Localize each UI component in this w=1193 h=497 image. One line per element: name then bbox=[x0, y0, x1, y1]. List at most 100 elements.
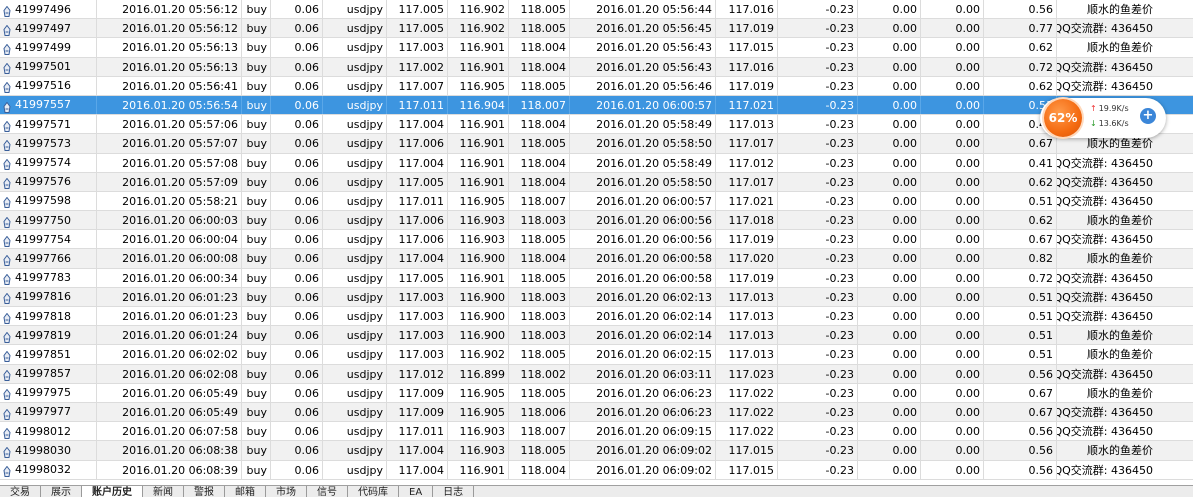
ticket-icon bbox=[3, 157, 11, 171]
commission-cell: -0.23 bbox=[778, 115, 858, 134]
tab-item[interactable]: 交易 bbox=[0, 486, 41, 497]
tab-item[interactable]: 警报 bbox=[184, 486, 225, 497]
tab-item[interactable]: 新闻 bbox=[143, 486, 184, 497]
size-cell: 0.06 bbox=[271, 383, 323, 402]
table-row[interactable]: 41997557 2016.01.20 05:56:54 buy 0.06 usdjpy… bbox=[0, 95, 1193, 116]
speed-percent-ball[interactable]: 62% bbox=[1044, 99, 1082, 137]
type-cell: buy bbox=[242, 191, 271, 211]
take-profit-cell: 118.004 bbox=[509, 115, 570, 134]
tab-item[interactable]: 日志 bbox=[433, 486, 475, 497]
ticket-icon bbox=[3, 138, 11, 151]
ticket-number: 41997857 bbox=[15, 367, 71, 381]
commission-cell: -0.23 bbox=[778, 230, 858, 249]
taxes-cell: 0.00 bbox=[858, 115, 921, 134]
table-row[interactable]: 41997497 2016.01.20 05:56:12 buy 0.06 usdjpy… bbox=[0, 19, 1193, 39]
swap-cell: 0.00 bbox=[921, 95, 984, 115]
tab-item[interactable]: 市场 bbox=[266, 486, 307, 497]
type-cell: buy bbox=[242, 441, 271, 460]
type-cell: buy bbox=[242, 115, 271, 134]
open-price-cell: 117.009 bbox=[387, 402, 448, 422]
tab-item[interactable]: 展示 bbox=[41, 486, 82, 497]
stop-loss-cell: 116.905 bbox=[448, 76, 509, 95]
open-price-cell: 117.011 bbox=[387, 95, 448, 115]
open-time-cell: 2016.01.20 05:57:07 bbox=[97, 134, 242, 153]
taxes-cell: 0.00 bbox=[858, 57, 921, 76]
tab-item[interactable]: EA bbox=[399, 486, 434, 497]
table-row[interactable]: 41998030 2016.01.20 06:08:38 buy 0.06 usdjpy… bbox=[0, 441, 1193, 461]
table-row[interactable]: 41998032 2016.01.20 06:08:39 buy 0.06 usdjpy… bbox=[0, 460, 1193, 480]
open-price-cell: 117.004 bbox=[387, 249, 448, 268]
ticket-number: 41997497 bbox=[15, 21, 71, 35]
ticket-cell: 41997857 bbox=[0, 364, 97, 383]
table-row[interactable]: 41997818 2016.01.20 06:01:23 buy 0.06 usdjpy… bbox=[0, 307, 1193, 327]
tab-item[interactable]: 代码库 bbox=[348, 486, 399, 497]
size-cell: 0.06 bbox=[271, 95, 323, 115]
size-cell: 0.06 bbox=[271, 364, 323, 383]
symbol-cell: usdjpy bbox=[323, 57, 387, 76]
table-row[interactable]: 41997750 2016.01.20 06:00:03 buy 0.06 usdjpy… bbox=[0, 211, 1193, 231]
open-price-cell: 117.003 bbox=[387, 38, 448, 57]
table-row[interactable]: 41997783 2016.01.20 06:00:34 buy 0.06 usdjpy… bbox=[0, 268, 1193, 288]
tab-item[interactable]: 账户历史 bbox=[82, 486, 143, 497]
table-row[interactable]: 41997857 2016.01.20 06:02:08 buy 0.06 usdjpy… bbox=[0, 364, 1193, 384]
size-cell: 0.06 bbox=[271, 115, 323, 134]
table-row[interactable]: 41997501 2016.01.20 05:56:13 buy 0.06 usdjpy… bbox=[0, 57, 1193, 77]
ticket-icon bbox=[3, 272, 11, 286]
open-time-cell: 2016.01.20 05:58:21 bbox=[97, 191, 242, 211]
close-time-cell: 2016.01.20 05:58:50 bbox=[570, 172, 716, 191]
take-profit-cell: 118.005 bbox=[509, 134, 570, 153]
commission-cell: -0.23 bbox=[778, 19, 858, 38]
stop-loss-cell: 116.901 bbox=[448, 268, 509, 287]
table-row[interactable]: 41997975 2016.01.20 06:05:49 buy 0.06 usdjpy… bbox=[0, 383, 1193, 403]
table-row[interactable]: 41997819 2016.01.20 06:01:24 buy 0.06 usdjpy… bbox=[0, 326, 1193, 346]
taxes-cell: 0.00 bbox=[858, 249, 921, 268]
profit-cell: 0.41 bbox=[984, 153, 1057, 172]
table-row[interactable]: 41997573 2016.01.20 05:57:07 buy 0.06 usdjpy… bbox=[0, 134, 1193, 154]
ticket-number: 41997819 bbox=[15, 328, 71, 342]
table-row[interactable]: 41997499 2016.01.20 05:56:13 buy 0.06 usdjpy… bbox=[0, 38, 1193, 58]
ticket-cell: 41997816 bbox=[0, 287, 97, 306]
table-row[interactable]: 41997516 2016.01.20 05:56:41 buy 0.06 usdjpy… bbox=[0, 76, 1193, 96]
tab-item[interactable]: 邮箱 bbox=[225, 486, 266, 497]
close-price-cell: 117.013 bbox=[716, 345, 778, 364]
table-row[interactable]: 41997574 2016.01.20 05:57:08 buy 0.06 usdjpy… bbox=[0, 153, 1193, 173]
taxes-cell: 0.00 bbox=[858, 172, 921, 191]
swap-cell: 0.00 bbox=[921, 441, 984, 460]
table-row[interactable]: 41997851 2016.01.20 06:02:02 buy 0.06 usdjpy… bbox=[0, 345, 1193, 365]
comment-text: 众贻外汇团队QQ交流群: 436450 bbox=[1057, 175, 1153, 189]
ticket-number: 41997576 bbox=[15, 175, 71, 189]
swap-cell: 0.00 bbox=[921, 422, 984, 441]
open-time-cell: 2016.01.20 06:08:38 bbox=[97, 441, 242, 460]
table-row[interactable]: 41997598 2016.01.20 05:58:21 buy 0.06 usdjpy… bbox=[0, 191, 1193, 212]
swap-cell: 0.00 bbox=[921, 307, 984, 326]
symbol-cell: usdjpy bbox=[323, 95, 387, 115]
type-cell: buy bbox=[242, 268, 271, 287]
swap-cell: 0.00 bbox=[921, 460, 984, 479]
table-row[interactable]: 41997977 2016.01.20 06:05:49 buy 0.06 usdjpy… bbox=[0, 402, 1193, 423]
table-row[interactable]: 41997576 2016.01.20 05:57:09 buy 0.06 usdjpy… bbox=[0, 172, 1193, 192]
size-cell: 0.06 bbox=[271, 345, 323, 364]
symbol-cell: usdjpy bbox=[323, 115, 387, 134]
size-cell: 0.06 bbox=[271, 460, 323, 479]
table-row[interactable]: 41997766 2016.01.20 06:00:08 buy 0.06 usdjpy… bbox=[0, 249, 1193, 269]
ticket-cell: 41997557 bbox=[0, 95, 97, 115]
stop-loss-cell: 116.901 bbox=[448, 115, 509, 134]
commission-cell: -0.23 bbox=[778, 402, 858, 422]
comment-text: 顺水的鱼差价 bbox=[1087, 3, 1153, 16]
open-price-cell: 117.011 bbox=[387, 422, 448, 441]
plus-icon[interactable]: + bbox=[1140, 108, 1156, 124]
table-row[interactable]: 41998012 2016.01.20 06:07:58 buy 0.06 usdjpy… bbox=[0, 422, 1193, 442]
tab-item[interactable]: 信号 bbox=[307, 486, 348, 497]
table-row[interactable]: 41997496 2016.01.20 05:56:12 buy 0.06 usdjpy… bbox=[0, 0, 1193, 20]
profit-cell: 0.56 bbox=[984, 0, 1057, 19]
ticket-number: 41997766 bbox=[15, 251, 71, 265]
table-row[interactable]: 41997571 2016.01.20 05:57:06 buy 0.06 usdjpy… bbox=[0, 115, 1193, 135]
ticket-icon bbox=[3, 253, 11, 267]
open-time-cell: 2016.01.20 06:00:04 bbox=[97, 230, 242, 249]
network-speed-widget[interactable]: 62% ↑ 19.9K/s ↓ 13.6K/s + bbox=[1040, 98, 1166, 138]
taxes-cell: 0.00 bbox=[858, 364, 921, 383]
table-row[interactable]: 41997816 2016.01.20 06:01:23 buy 0.06 usdjpy… bbox=[0, 287, 1193, 307]
close-price-cell: 117.021 bbox=[716, 95, 778, 115]
ticket-icon bbox=[3, 61, 11, 75]
table-row[interactable]: 41997754 2016.01.20 06:00:04 buy 0.06 usdjpy… bbox=[0, 230, 1193, 250]
